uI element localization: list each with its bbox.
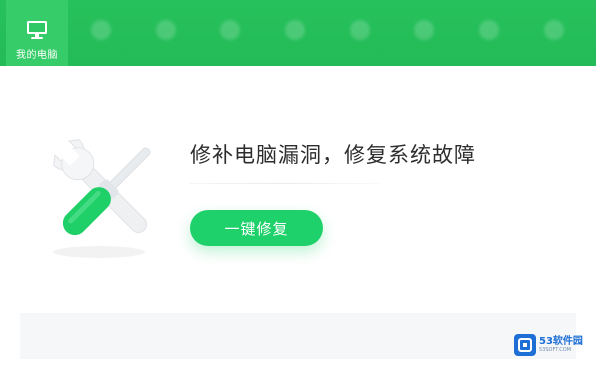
watermark-site: 53SOFT.COM bbox=[539, 347, 572, 353]
tab-7[interactable] bbox=[393, 0, 455, 66]
tab-6[interactable] bbox=[329, 0, 391, 66]
tab-3[interactable] bbox=[135, 0, 197, 66]
divider bbox=[190, 183, 380, 184]
monitor-icon bbox=[26, 20, 48, 40]
bottom-info-panel bbox=[20, 313, 576, 359]
watermark-brand: 53软件园 bbox=[539, 336, 583, 347]
tab-2[interactable] bbox=[70, 0, 132, 66]
tab-9[interactable] bbox=[523, 0, 585, 66]
tab-label: 我的电脑 bbox=[16, 50, 58, 61]
blurred-icon bbox=[543, 20, 565, 40]
repair-tools-icon bbox=[44, 130, 174, 270]
blurred-icon bbox=[155, 20, 177, 40]
tab-8[interactable] bbox=[458, 0, 520, 66]
blurred-icon bbox=[284, 20, 306, 40]
page-headline: 修补电脑漏洞，修复系统故障 bbox=[190, 143, 476, 167]
blurred-icon bbox=[349, 20, 371, 40]
tab-4[interactable] bbox=[199, 0, 261, 66]
watermark: 53软件园 53SOFT.COM bbox=[514, 332, 596, 358]
one-click-repair-button[interactable]: 一键修复 bbox=[190, 210, 323, 246]
blurred-icon bbox=[219, 20, 241, 40]
tab-my-computer[interactable]: 我的电脑 bbox=[6, 0, 68, 66]
site-logo-icon bbox=[514, 334, 536, 356]
blurred-icon bbox=[478, 20, 500, 40]
blurred-icon bbox=[413, 20, 435, 40]
blurred-icon bbox=[90, 20, 112, 40]
top-navigation-bar: 我的电脑 bbox=[0, 0, 596, 66]
tab-5[interactable] bbox=[264, 0, 326, 66]
